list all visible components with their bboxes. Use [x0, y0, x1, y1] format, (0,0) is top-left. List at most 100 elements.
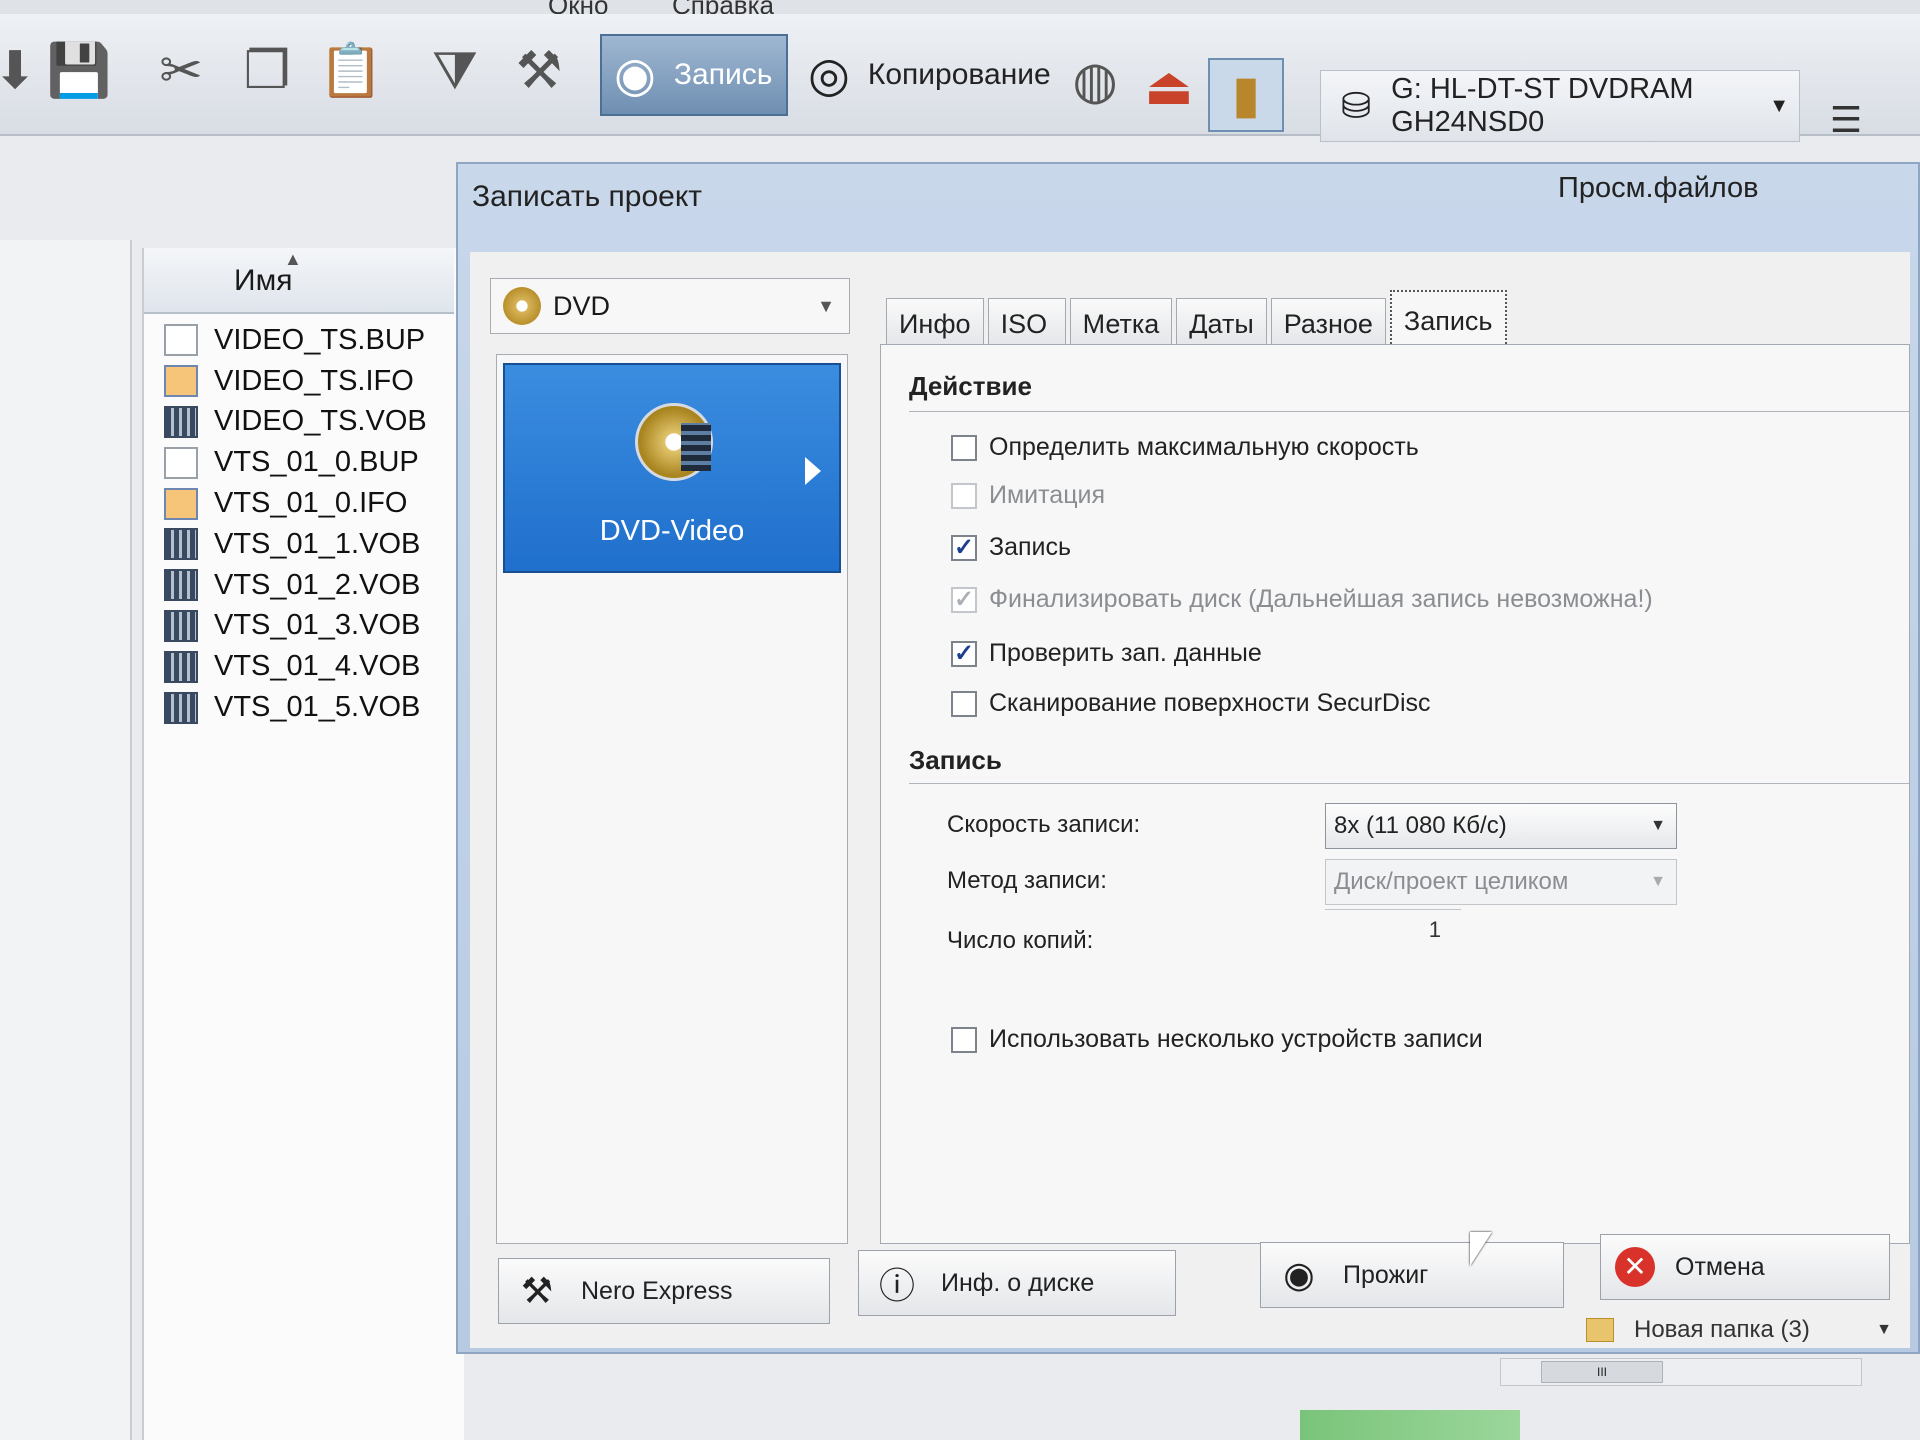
- file-list-item[interactable]: VIDEO_TS.VOB: [164, 402, 427, 443]
- option-finalize-disc[interactable]: ✓ Финализировать диск (Дальнейшая запись…: [951, 585, 1653, 614]
- option-multiple-recorders[interactable]: Использовать несколько устройств записи: [951, 1025, 1483, 1054]
- file-name: VTS_01_4.VOB: [214, 650, 421, 683]
- cancel-icon: ✕: [1615, 1247, 1655, 1287]
- video-file-icon: [164, 405, 198, 438]
- chevron-right-icon: [805, 457, 821, 485]
- capacity-bar: [1300, 1410, 1520, 1440]
- option-verify-data[interactable]: ✓ Проверить зап. данные: [951, 639, 1262, 668]
- view-menu-icon[interactable]: ☰: [1822, 100, 1870, 140]
- menu-bar: Окно Справка: [0, 0, 1920, 20]
- burn-button[interactable]: ◉ Прожиг: [1260, 1242, 1564, 1308]
- sort-up-icon: ▲: [284, 249, 302, 269]
- file-name: VTS_01_0.IFO: [214, 487, 408, 520]
- drive-selector[interactable]: ⛁ G: HL-DT-ST DVDRAM GH24NSD0 ▼: [1320, 70, 1800, 142]
- file-name: VIDEO_TS.BUP: [214, 323, 426, 356]
- copies-input[interactable]: 1: [1325, 909, 1461, 949]
- folder-icon: [1586, 1318, 1614, 1342]
- chevron-down-icon: ▼: [1650, 873, 1666, 890]
- section-divider: [909, 411, 1909, 412]
- section-action-title: Действие: [909, 371, 1032, 401]
- wizard-icon[interactable]: ⚒: [504, 36, 574, 106]
- file-list: VIDEO_TS.BUP VIDEO_TS.IFO VIDEO_TS.VOB VTS_…: [164, 320, 427, 728]
- tab-iso[interactable]: ISO: [987, 298, 1066, 348]
- checkbox[interactable]: ✓: [951, 586, 977, 613]
- cancel-button[interactable]: ✕ Отмена: [1600, 1234, 1890, 1300]
- video-file-icon: [164, 650, 198, 683]
- tab-strip: Инфо ISO Метка Даты Разное Запись: [886, 288, 1511, 348]
- checkbox[interactable]: [951, 482, 977, 509]
- dialog-client: DVD ▼ DVD-Video Инфо ISO Метка Даты Разн…: [470, 252, 1910, 1348]
- option-securdisc-scan[interactable]: Сканирование поверхности SecurDisc: [951, 689, 1431, 718]
- folder-selector[interactable]: Новая папка (3) ▼: [1496, 1310, 1892, 1350]
- tab-misc[interactable]: Разное: [1270, 298, 1386, 348]
- write-speed-select[interactable]: 8x (11 080 Кб/с) ▼: [1325, 803, 1677, 849]
- file-icon: [164, 324, 198, 357]
- file-list-item[interactable]: VTS_01_4.VOB: [164, 646, 427, 687]
- scrollbar-thumb[interactable]: III: [1541, 1361, 1663, 1383]
- dialog-title: Записать проект: [472, 180, 703, 213]
- save-icon[interactable]: 💾: [44, 36, 114, 106]
- checkbox[interactable]: ✓: [951, 534, 977, 561]
- drive-icon: ⛁: [1341, 85, 1372, 126]
- eject-icon[interactable]: ⏏: [1134, 52, 1204, 122]
- copy-disc-button[interactable]: ◎ Копирование: [796, 34, 1056, 116]
- file-browser-icon[interactable]: ▮: [1208, 58, 1284, 132]
- file-list-item[interactable]: VTS_01_2.VOB: [164, 565, 427, 606]
- folder-tree-pane: [0, 240, 132, 1440]
- file-list-item[interactable]: VTS_01_0.BUP: [164, 442, 427, 483]
- file-list-pane: ▲ Имя VIDEO_TS.BUP VIDEO_TS.IFO VIDEO_TS.V…: [142, 248, 464, 1440]
- burn-tab-panel: Действие Определить максимальную скорост…: [880, 344, 1910, 1244]
- section-divider: [909, 783, 1909, 784]
- copies-label: Число копий:: [947, 927, 1094, 954]
- file-name: VTS_01_3.VOB: [214, 609, 421, 642]
- disc-type-select[interactable]: DVD ▼: [490, 278, 850, 334]
- tab-label[interactable]: Метка: [1069, 298, 1173, 348]
- write-method-label: Метод записи:: [947, 867, 1107, 894]
- ifo-file-icon: [164, 365, 198, 398]
- filter-icon[interactable]: ⧩: [420, 36, 490, 106]
- file-list-item[interactable]: VTS_01_1.VOB: [164, 524, 427, 565]
- nero-express-icon: ⚒: [520, 1270, 554, 1311]
- file-name: VTS_01_1.VOB: [214, 527, 421, 560]
- disc-info-button[interactable]: ⓘ Инф. о диске: [858, 1250, 1176, 1316]
- paste-icon[interactable]: 📋: [316, 36, 386, 106]
- film-icon: [681, 423, 711, 471]
- section-burn-title: Запись: [909, 745, 1002, 775]
- file-list-item[interactable]: VTS_01_3.VOB: [164, 606, 427, 647]
- checkbox[interactable]: [951, 1026, 977, 1053]
- option-write[interactable]: ✓ Запись: [951, 533, 1071, 562]
- file-list-item[interactable]: VTS_01_5.VOB: [164, 687, 427, 728]
- burn-disc-icon: ◉: [614, 49, 656, 102]
- file-icon: [164, 446, 198, 479]
- cut-icon[interactable]: ✂: [146, 36, 216, 106]
- burn-icon: ◉: [1283, 1254, 1315, 1295]
- horizontal-scrollbar[interactable]: III: [1500, 1358, 1862, 1386]
- arrow-icon[interactable]: ⬇: [0, 36, 50, 106]
- file-name: VTS_01_0.BUP: [214, 446, 419, 479]
- file-name: VIDEO_TS.VOB: [214, 405, 427, 438]
- chevron-down-icon: ▼: [1876, 1321, 1892, 1338]
- checkbox[interactable]: [951, 434, 977, 461]
- file-list-item[interactable]: VTS_01_0.IFO: [164, 483, 427, 524]
- tab-dates[interactable]: Даты: [1176, 298, 1267, 348]
- tab-info[interactable]: Инфо: [886, 298, 984, 348]
- file-browser-title: Просм.файлов: [1558, 172, 1759, 204]
- chevron-down-icon: ▼: [1650, 817, 1666, 834]
- project-dvd-video[interactable]: DVD-Video: [503, 363, 841, 573]
- chevron-down-icon: ▼: [1769, 94, 1789, 117]
- file-list-item[interactable]: VIDEO_TS.BUP: [164, 320, 427, 361]
- option-simulation[interactable]: Имитация: [951, 481, 1105, 510]
- burn-project-dialog: Записать проект Просм.файлов DVD ▼ DVD-V…: [456, 162, 1920, 1354]
- tab-burn[interactable]: Запись: [1389, 290, 1507, 348]
- file-list-item[interactable]: VIDEO_TS.IFO: [164, 361, 427, 402]
- copy-icon[interactable]: ❐: [232, 36, 302, 106]
- option-max-speed[interactable]: Определить максимальную скорость: [951, 433, 1419, 462]
- checkbox[interactable]: ✓: [951, 640, 977, 667]
- column-header-name[interactable]: ▲ Имя: [144, 248, 454, 314]
- disc-info-icon[interactable]: ◍: [1060, 46, 1130, 116]
- file-name: VIDEO_TS.IFO: [214, 364, 414, 397]
- burn-toolbar-button[interactable]: ◉ Запись: [600, 34, 788, 116]
- nero-express-button[interactable]: ⚒ Nero Express: [498, 1258, 830, 1324]
- checkbox[interactable]: [951, 690, 977, 717]
- video-file-icon: [164, 528, 198, 561]
